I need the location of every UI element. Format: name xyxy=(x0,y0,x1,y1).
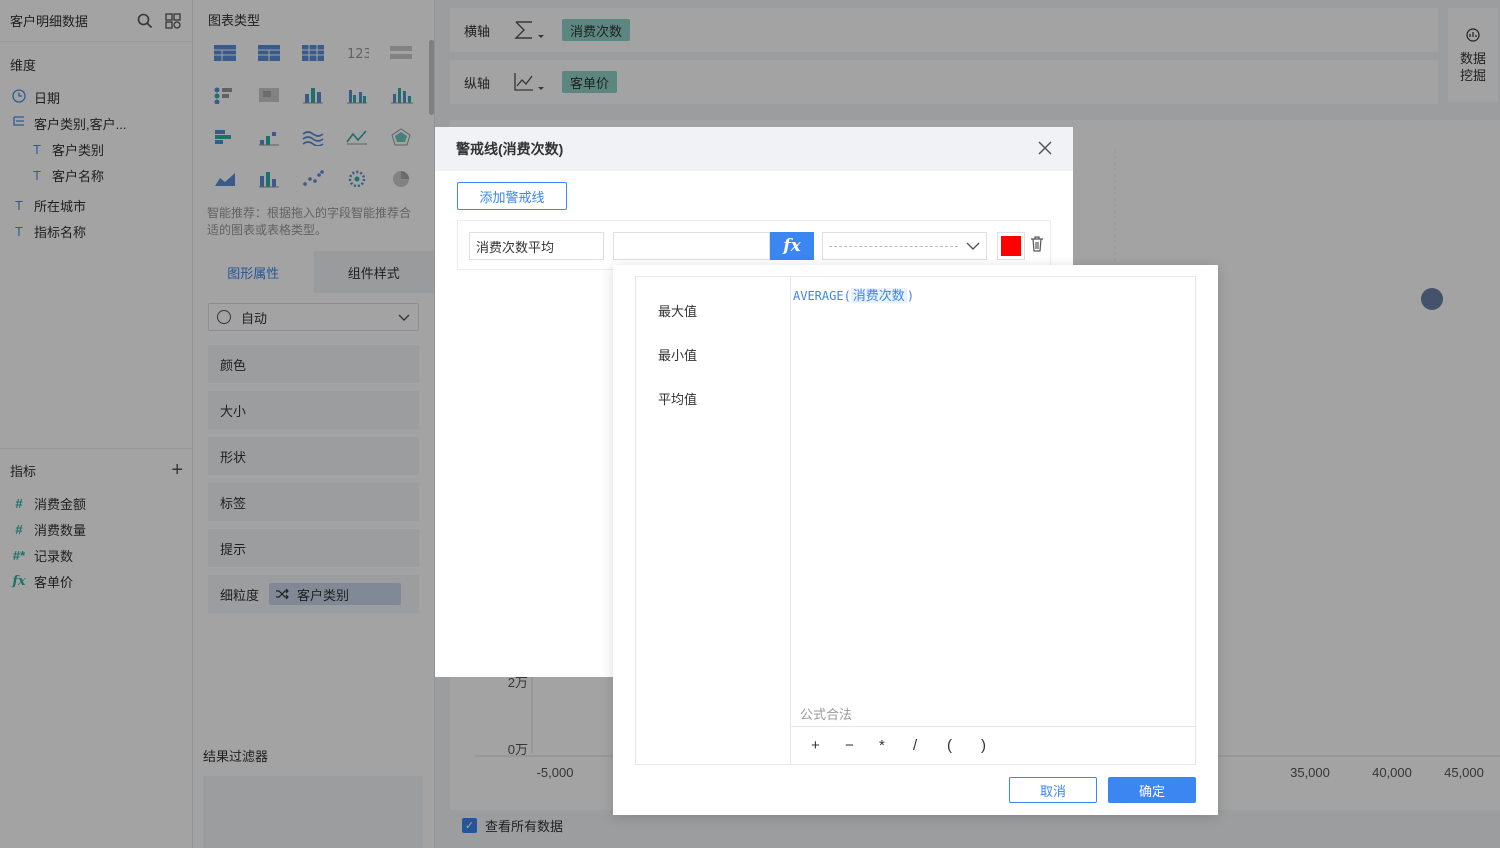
operator-multiply[interactable]: * xyxy=(879,737,913,754)
operator-plus[interactable]: + xyxy=(811,737,845,754)
function-average[interactable]: 平均值 xyxy=(636,376,791,420)
dialog-title: 警戒线(消费次数) xyxy=(456,141,564,157)
operator-minus[interactable]: − xyxy=(845,737,879,754)
formula-valid-status: 公式合法 xyxy=(800,707,853,722)
formula-text-editor[interactable]: AVERAGE(消费次数) 公式合法 + − * / ( ) xyxy=(790,276,1196,765)
chevron-down-icon xyxy=(966,239,980,254)
function-max[interactable]: 最大值 xyxy=(636,288,791,332)
formula-close-paren: ) xyxy=(906,289,915,303)
operator-close-paren[interactable]: ) xyxy=(981,737,1015,754)
warning-line-value-input[interactable] xyxy=(613,232,770,260)
warning-line-row: 消费次数平均 fx xyxy=(457,220,1051,270)
operator-open-paren[interactable]: ( xyxy=(947,737,981,754)
function-list: 最大值 最小值 平均值 xyxy=(635,276,791,765)
formula-button[interactable]: fx xyxy=(770,232,814,260)
warning-line-name-input[interactable]: 消费次数平均 xyxy=(469,232,604,260)
cancel-button[interactable]: 取消 xyxy=(1009,777,1097,803)
formula-editor-popup: 最大值 最小值 平均值 AVERAGE(消费次数) 公式合法 + − * / (… xyxy=(613,265,1218,815)
add-warning-line-button[interactable]: 添加警戒线 xyxy=(457,182,567,210)
line-style-select[interactable] xyxy=(822,232,987,260)
trash-icon[interactable] xyxy=(1030,235,1046,255)
operator-divide[interactable]: / xyxy=(913,737,947,754)
confirm-button[interactable]: 确定 xyxy=(1108,777,1196,803)
operator-bar: + − * / ( ) xyxy=(791,726,1195,764)
close-icon[interactable] xyxy=(1038,138,1052,161)
formula-code[interactable]: AVERAGE(消费次数) xyxy=(793,285,914,304)
function-min[interactable]: 最小值 xyxy=(636,332,791,376)
dashed-line-preview xyxy=(829,245,958,247)
line-color-picker[interactable] xyxy=(997,232,1025,260)
dialog-header: 警戒线(消费次数) xyxy=(435,127,1073,171)
formula-field-ref[interactable]: 消费次数 xyxy=(850,288,907,303)
formula-function-name: AVERAGE( xyxy=(793,289,851,303)
color-swatch-fill xyxy=(1001,236,1021,256)
